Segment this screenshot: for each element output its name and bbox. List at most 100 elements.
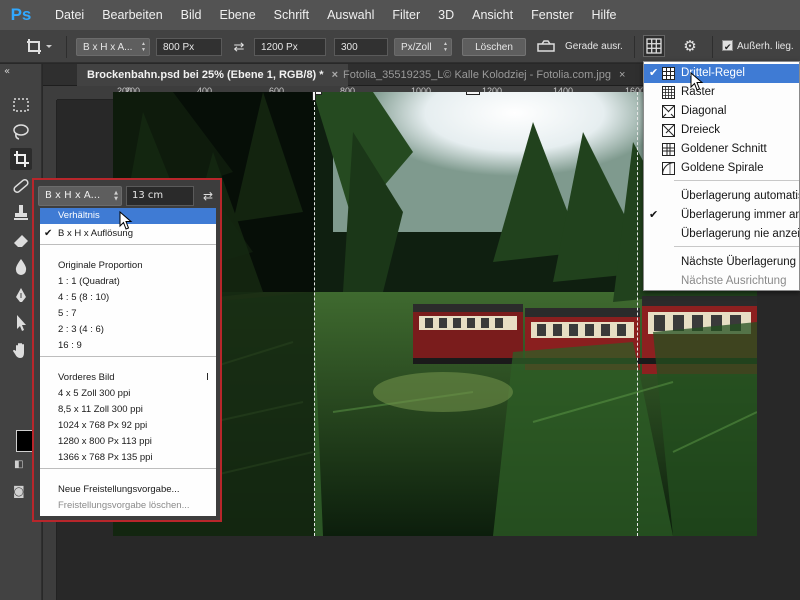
ratio-item[interactable]: Vorderes Bild (40, 370, 216, 386)
ratio-item[interactable]: 1 : 1 (Quadrat) (40, 274, 216, 290)
swap-dimensions-icon[interactable]: ⇄ (230, 38, 248, 56)
hand-tool-icon[interactable] (10, 340, 32, 362)
menu-separator (40, 244, 216, 245)
ratio-preset-dropdown[interactable]: B x H x A... (38, 186, 122, 206)
menu-datei[interactable]: Datei (46, 0, 93, 30)
ratio-item[interactable]: 1280 x 800 Px 113 ppi (40, 434, 216, 450)
close-icon[interactable]: × (619, 69, 625, 81)
ratio-item[interactable]: Originale Proportion (40, 258, 216, 274)
straighten-icon[interactable] (536, 38, 558, 56)
overlay-menu-item[interactable]: Nächste Überlagerung (644, 253, 799, 272)
crop-corner-handle[interactable] (312, 92, 316, 101)
menu-3d[interactable]: 3D (429, 0, 463, 30)
ratio-item-label: 16 : 9 (58, 340, 82, 351)
overlay-menu-item[interactable]: Diagonal (644, 102, 799, 121)
ratio-item[interactable]: 2 : 3 (4 : 6) (40, 322, 216, 338)
ruler-corner (43, 86, 57, 100)
overlay-menu-item[interactable]: Goldene Spirale (644, 159, 799, 178)
photoshop-logo: Ps (10, 5, 32, 24)
swap-dimensions-icon[interactable]: ⇄ (200, 186, 216, 206)
menu-auswahl[interactable]: Auswahl (318, 0, 383, 30)
menu-hilfe[interactable]: Hilfe (583, 0, 626, 30)
checkbox-checked-icon[interactable] (722, 38, 733, 56)
gear-icon[interactable]: ⚙ (680, 38, 700, 56)
ratio-item-label: 5 : 7 (58, 308, 77, 319)
menu-separator (40, 356, 216, 357)
crop-border-right[interactable] (637, 92, 638, 536)
menu-bar: Ps Datei Bearbeiten Bild Ebene Schrift A… (0, 0, 800, 30)
ratio-item[interactable]: 16 : 9 (40, 338, 216, 354)
ratio-value-field[interactable]: 13 cm (126, 186, 194, 206)
ratio-item-label: Freistellungsvorgabe löschen... (58, 500, 190, 511)
ratio-preset-dropdown[interactable]: B x H x A... (76, 38, 150, 56)
menu-filter[interactable]: Filter (383, 0, 429, 30)
panel-collapse-icon[interactable]: « (4, 66, 10, 77)
overlay-menu-item[interactable]: Goldener Schnitt (644, 140, 799, 159)
default-colors-icon[interactable]: ◧ (14, 459, 23, 470)
resolution-field[interactable]: 300 (334, 38, 388, 56)
ratio-popup-toolbar: B x H x A... 13 cm ⇄ (38, 186, 218, 206)
checkmark-icon: ✔ (649, 209, 659, 221)
ratio-item-label: 8,5 x 11 Zoll 300 ppi (58, 404, 143, 415)
overlay-item-label: Nächste Überlagerung (681, 256, 797, 268)
eraser-tool-icon[interactable] (10, 229, 32, 251)
ratio-item-label: 1366 x 768 Px 135 ppi (58, 452, 153, 463)
ratio-item[interactable]: Neue Freistellungsvorgabe... (40, 482, 216, 498)
ratio-popup-body: B x H x A... 13 cm ⇄ Verhältnis ✔ B x H x … (34, 180, 220, 520)
options-separator (634, 36, 635, 58)
menu-separator (674, 246, 799, 247)
crop-tool-icon[interactable] (10, 148, 32, 170)
menu-schrift[interactable]: Schrift (265, 0, 318, 30)
ratio-item-label: 4 x 5 Zoll 300 ppi (58, 388, 131, 399)
overlay-item-label: Dreieck (681, 124, 720, 136)
delete-cropped-checkbox[interactable]: Außerh. lieg. (722, 38, 794, 56)
ratio-item[interactable]: 5 : 7 (40, 306, 216, 322)
blur-tool-icon[interactable] (10, 256, 32, 278)
tab-fotolia[interactable]: Fotolia_35519235_L© Kalle Kolodziej - Fo… (333, 64, 635, 86)
overlay-item-label: Diagonal (681, 105, 727, 117)
clear-button[interactable]: Löschen (462, 38, 526, 56)
crop-width-field[interactable]: 800 Px (156, 38, 222, 56)
overlay-menu-item[interactable]: Dreieck (644, 121, 799, 140)
overlay-menu-item[interactable]: Raster (644, 83, 799, 102)
quick-mask-icon[interactable]: ◙ (13, 484, 25, 498)
overlay-menu-item[interactable]: ✔ Überlagerung immer anzeigen (644, 206, 799, 225)
mouse-pointer-icon (119, 211, 133, 230)
crop-tool-preset-icon[interactable] (24, 36, 54, 58)
menu-ansicht[interactable]: Ansicht (463, 0, 522, 30)
lasso-tool-icon[interactable] (10, 121, 32, 143)
overlay-item-label: Überlagerung nie anzeigen (681, 228, 800, 240)
menu-separator (40, 468, 216, 469)
golden-ratio-icon (662, 143, 675, 156)
crop-top-handle[interactable] (466, 92, 480, 95)
overlay-item-label: Überlagerung immer anzeigen (681, 209, 799, 221)
overlay-options-icon[interactable] (643, 35, 665, 57)
ratio-item-label: 1 : 1 (Quadrat) (58, 276, 120, 287)
menu-fenster[interactable]: Fenster (522, 0, 582, 30)
ratio-item[interactable]: 8,5 x 11 Zoll 300 ppi (40, 402, 216, 418)
ratio-item[interactable]: 1024 x 768 Px 92 ppi (40, 418, 216, 434)
stamp-tool-icon[interactable] (10, 202, 32, 224)
overlay-menu-item[interactable]: Überlagerung nie anzeigen (644, 225, 800, 244)
overlay-item-label: Goldener Schnitt (681, 143, 767, 155)
ratio-item[interactable]: 1366 x 768 Px 135 ppi (40, 450, 216, 466)
straighten-label[interactable]: Gerade ausr. (565, 38, 623, 56)
ratio-item-label: Verhältnis (58, 210, 100, 221)
ratio-item[interactable]: 4 : 5 (8 : 10) (40, 290, 216, 306)
tab-label: Brockenbahn.psd bei 25% (Ebene 1, RGB/8)… (87, 69, 324, 81)
pen-tool-icon[interactable] (10, 285, 32, 307)
menu-bearbeiten[interactable]: Bearbeiten (93, 0, 171, 30)
menu-ebene[interactable]: Ebene (211, 0, 265, 30)
ratio-item-label: 4 : 5 (8 : 10) (58, 292, 110, 303)
path-selection-tool-icon[interactable] (10, 312, 32, 334)
crop-border-left[interactable] (314, 92, 315, 536)
healing-brush-tool-icon[interactable] (10, 175, 32, 197)
resolution-unit-dropdown[interactable]: Px/Zoll (394, 38, 452, 56)
ratio-item[interactable]: 4 x 5 Zoll 300 ppi (40, 386, 216, 402)
tab-brockenbahn[interactable]: Brockenbahn.psd bei 25% (Ebene 1, RGB/8)… (77, 64, 348, 86)
crop-height-field[interactable]: 1200 Px (254, 38, 326, 56)
overlay-menu-item[interactable]: Überlagerung automatisch (644, 187, 799, 206)
marquee-tool-icon[interactable] (10, 94, 32, 116)
overlay-menu-item[interactable]: ✔ Drittel-Regel (644, 64, 799, 83)
menu-bild[interactable]: Bild (172, 0, 211, 30)
